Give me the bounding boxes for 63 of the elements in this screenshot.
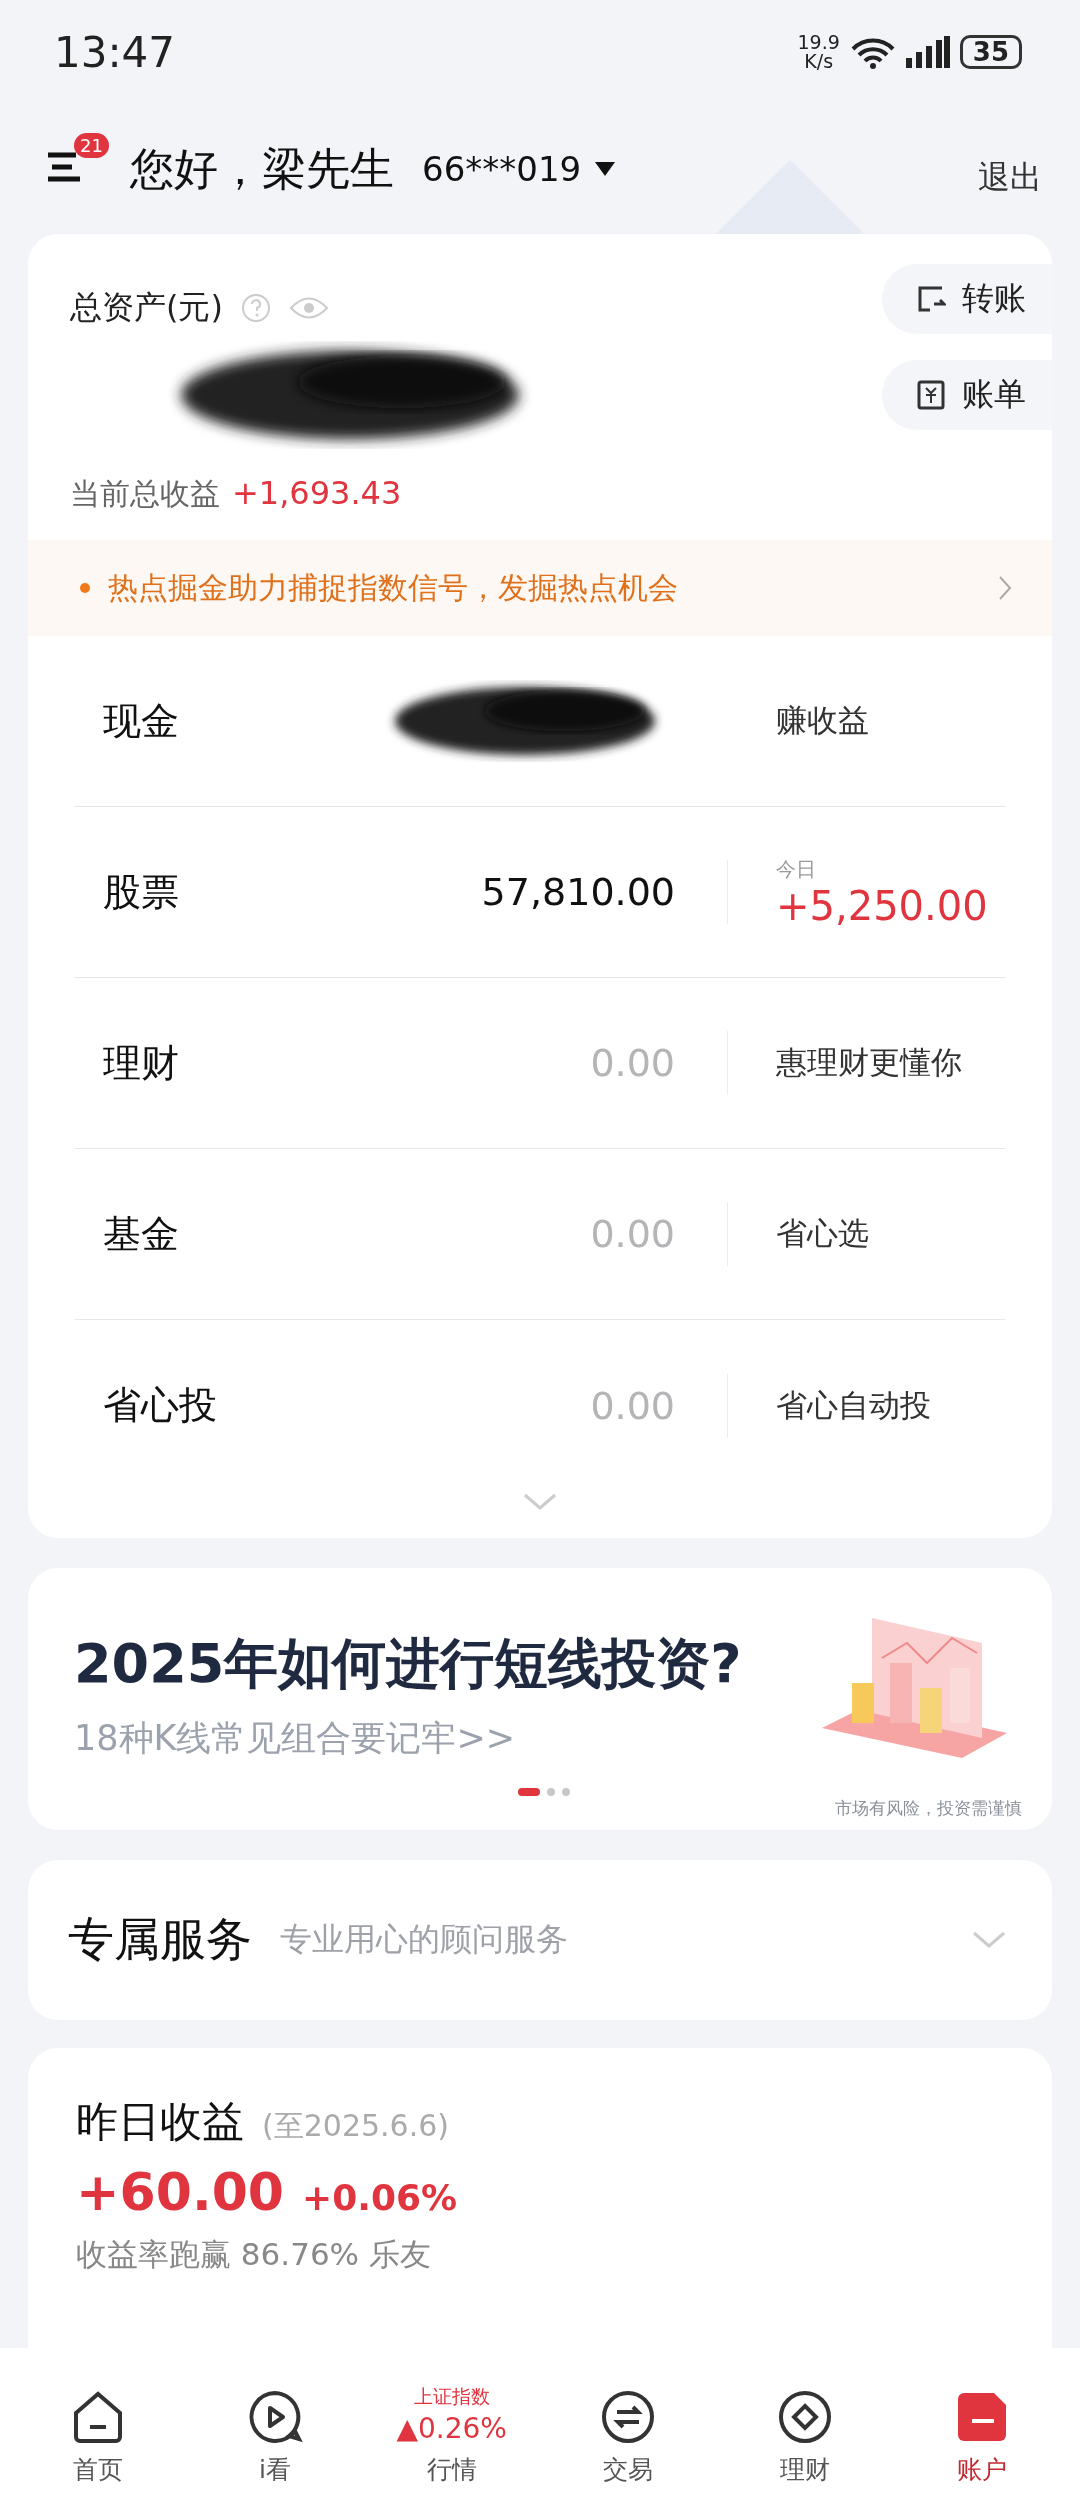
notification-badge: 21 (74, 133, 109, 158)
asset-label: 省心投 (102, 1382, 218, 1429)
tab-icon (247, 2389, 303, 2445)
banner-title: 2025年如何进行短线投资? (74, 1631, 743, 1697)
yesterday-percent: +0.06% (302, 2177, 458, 2218)
service-subtitle: 专业用心的顾问服务 (280, 1919, 569, 1960)
asset-label: 理财 (102, 1039, 180, 1087)
nav-tab[interactable]: 交易 (540, 2348, 717, 2504)
asset-value: 57,810.00 (481, 870, 675, 914)
yesterday-amount: +60.00 (76, 2162, 285, 2222)
page-dot[interactable] (562, 1788, 570, 1796)
asset-note: 省心自动投 (776, 1385, 931, 1425)
asset-note: 惠理财更懂你 (776, 1043, 962, 1082)
status-time: 13:47 (54, 27, 176, 77)
asset-label: 现金 (102, 697, 180, 745)
caret-icon[interactable] (595, 162, 616, 176)
asset-note: 赚收益 (776, 701, 869, 740)
bullet-icon (80, 583, 90, 593)
yesterday-title: 昨日收益 (76, 2096, 244, 2148)
greeting: 您好，梁先生 (130, 141, 394, 196)
asset-label: 股票 (102, 868, 180, 916)
battery-level: 35 (959, 35, 1022, 69)
network-speed: 19.9 K/s (797, 33, 840, 71)
help-icon[interactable] (240, 293, 271, 323)
today-gain: +5,250.00 (776, 882, 988, 929)
risk-disclaimer: 市场有风险，投资需谨慎 (835, 1797, 1022, 1820)
asset-value: 0.00 (590, 1383, 675, 1428)
index-change: ▲0.26% (396, 2412, 507, 2445)
index-name: 上证指数 (413, 2384, 490, 2409)
nav-tab[interactable]: 首页 (10, 2348, 187, 2504)
service-card[interactable]: 专属服务 专业用心的顾问服务 (28, 1860, 1052, 2020)
today-caption: 今日 (776, 855, 817, 883)
eye-icon[interactable] (288, 295, 329, 321)
banner-card[interactable]: 2025年如何进行短线投资? 18种K线常见组合要记牢>> 市场有风险，投资需谨慎 (28, 1568, 1052, 1830)
page-dot[interactable] (547, 1788, 555, 1796)
account-selector[interactable]: 66***019 (422, 149, 582, 189)
profit-value: +1,693.43 (232, 474, 402, 512)
asset-value: 0.00 (590, 1212, 675, 1256)
nav-tab[interactable]: 上证指数 ▲0.26% 行情 (363, 2348, 540, 2504)
tab-icon (777, 2389, 833, 2445)
transfer-icon (916, 284, 946, 314)
yesterday-date: (至2025.6.6) (262, 2107, 449, 2145)
asset-note: 省心选 (776, 1214, 869, 1253)
nav-tab[interactable]: 理财 (716, 2348, 894, 2504)
tab-icon (600, 2389, 657, 2445)
chevron-icon[interactable] (972, 1931, 1006, 1949)
action-pill[interactable]: 账单 (882, 360, 1052, 430)
action-pill[interactable]: 转账 (882, 264, 1052, 334)
nav-tab[interactable]: 账户 (893, 2348, 1070, 2504)
notice-text: 热点掘金助力捕捉指数信号，发掘热点机会 (108, 568, 679, 607)
chevron-down-icon[interactable] (523, 1493, 557, 1511)
banner-subtitle: 18种K线常见组合要记牢>> (74, 1717, 517, 1760)
logout-link[interactable]: 退出 (978, 156, 1042, 200)
bill-icon (916, 380, 946, 410)
asset-label: 基金 (102, 1210, 180, 1258)
asset-value: 0.00 (590, 1041, 675, 1085)
service-title: 专属服务 (68, 1911, 252, 1968)
nav-tab[interactable]: i看 (186, 2348, 364, 2504)
profit-label: 当前总收益 (70, 475, 220, 513)
assets-title: 总资产(元) (70, 287, 223, 328)
yield-rank: 收益率跑赢 86.76% 乐友 (76, 2235, 432, 2274)
signal-icon (905, 36, 950, 68)
chevron-right-icon (998, 575, 1012, 601)
